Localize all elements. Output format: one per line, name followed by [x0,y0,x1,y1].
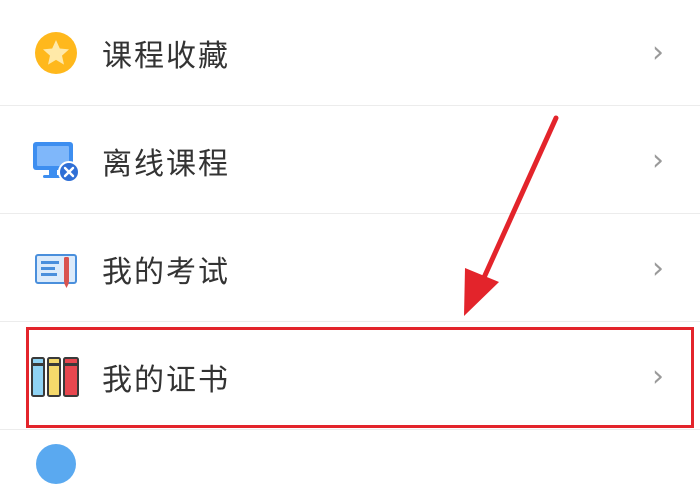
chevron-right-icon: › [652,250,664,286]
menu-item-my-exams[interactable]: 我的考试 › [0,216,700,322]
menu-item-label: 我的考试 [102,254,230,290]
chevron-right-icon: › [652,34,664,70]
menu-item-offline-courses[interactable]: 离线课程 › [0,108,700,214]
menu-item-label: 离线课程 [102,146,230,182]
menu-item-label: 我的证书 [102,362,230,398]
exam-card-icon [28,241,84,297]
chevron-right-icon: › [652,358,664,394]
menu-item-partial[interactable] [0,432,700,484]
menu-list: 课程收藏 › 离线课程 › 我的考试 › 我的证书 › [0,0,700,484]
certificate-books-icon [28,349,84,405]
menu-item-course-favorites[interactable]: 课程收藏 › [0,0,700,106]
star-badge-icon [28,25,84,81]
chevron-right-icon: › [652,142,664,178]
partial-circle-icon [28,436,84,492]
menu-item-label: 课程收藏 [102,38,230,74]
menu-item-my-certificates[interactable]: 我的证书 › [0,324,700,430]
offline-monitor-icon [28,133,84,189]
